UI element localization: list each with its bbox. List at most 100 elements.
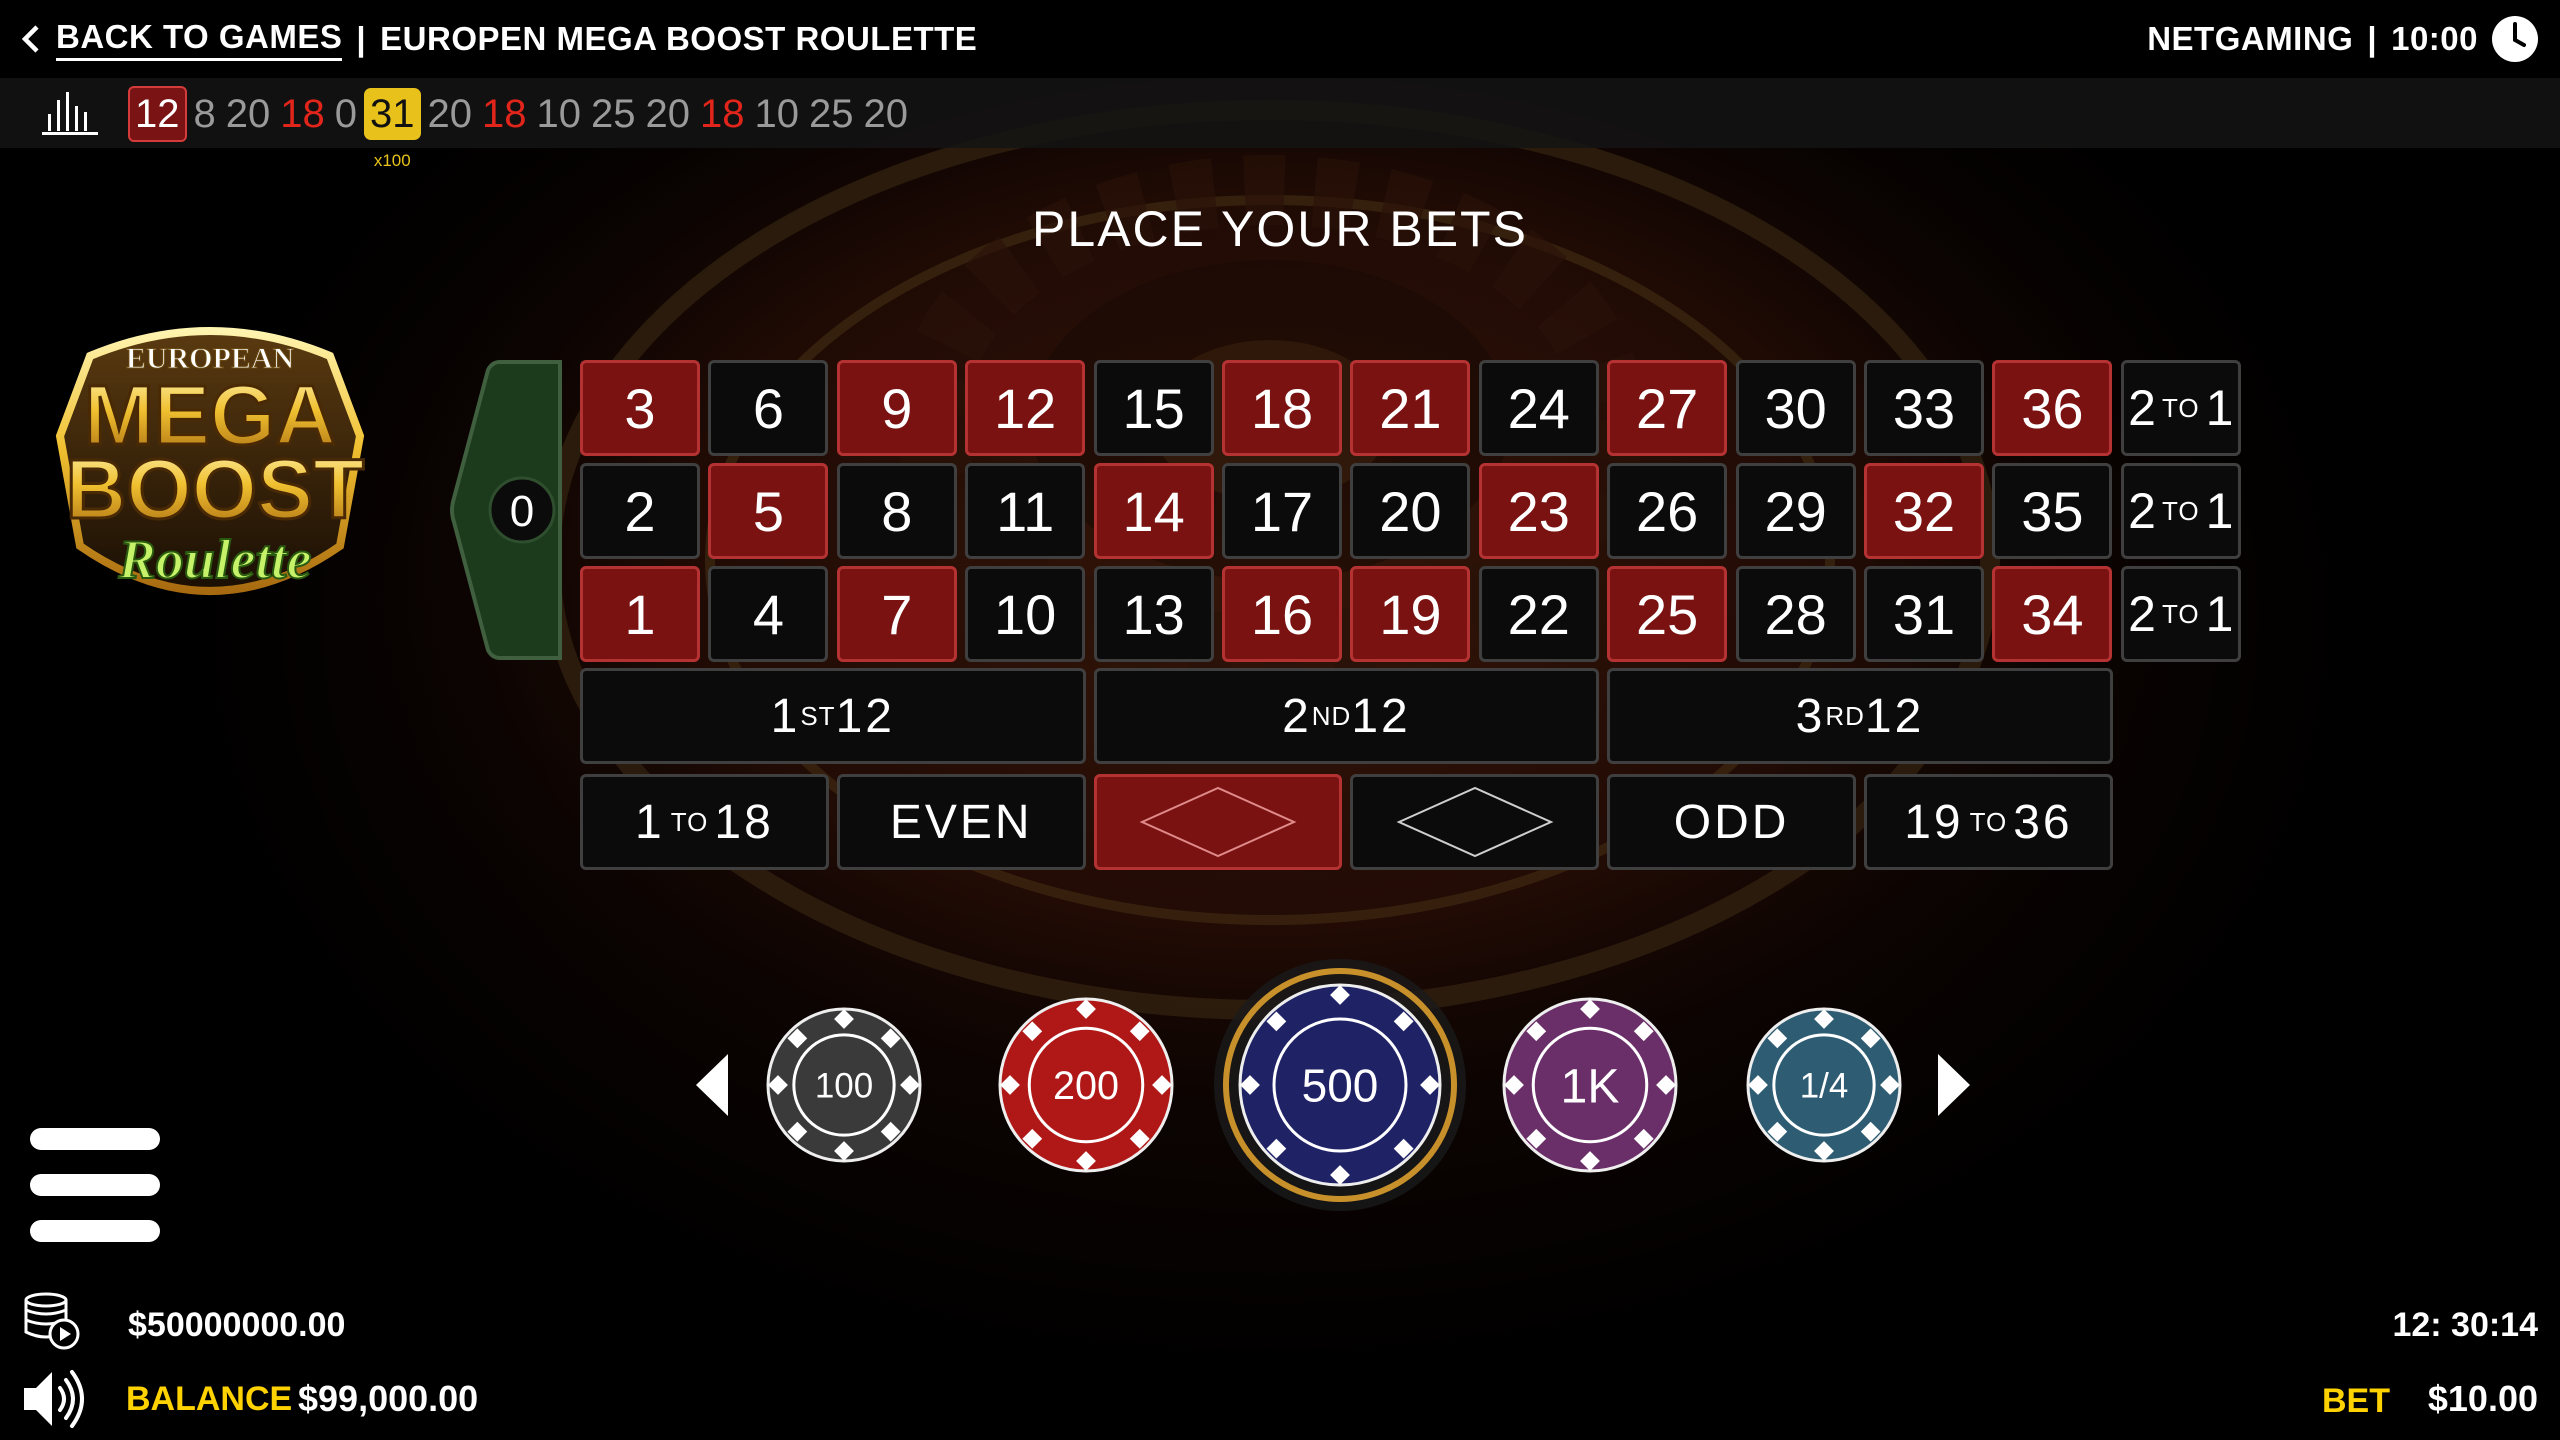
- hamburger-menu-icon[interactable]: [28, 1128, 162, 1242]
- bet-number-2[interactable]: 2: [580, 463, 700, 559]
- bet-number-20[interactable]: 20: [1350, 463, 1471, 559]
- history-number: 20: [645, 92, 691, 136]
- bet-number-29[interactable]: 29: [1735, 463, 1856, 559]
- history-number: 10: [536, 92, 582, 136]
- bet-odd[interactable]: ODD: [1607, 774, 1856, 870]
- history-number: 31 x100: [364, 88, 421, 170]
- bet-number-10[interactable]: 10: [965, 566, 1086, 662]
- bet-zero[interactable]: 0: [450, 358, 566, 662]
- time-separator: |: [2367, 20, 2378, 57]
- bet-number-15[interactable]: 15: [1093, 360, 1214, 456]
- history-number: 20: [225, 92, 271, 136]
- bet-number-4[interactable]: 4: [708, 566, 829, 662]
- bet-number-31[interactable]: 31: [1864, 566, 1984, 662]
- title-separator: |: [356, 20, 367, 57]
- svg-text:BOOST: BOOST: [66, 442, 365, 536]
- game-clock: 12: 30:14: [2392, 1306, 2538, 1344]
- chip-1-4[interactable]: 1/4: [1708, 969, 1940, 1201]
- bet-number-23[interactable]: 23: [1478, 463, 1599, 559]
- history-number: 25: [809, 92, 854, 136]
- bet-dozen-3[interactable]: 3 RD 12: [1607, 668, 2113, 764]
- bet-number-16[interactable]: 16: [1222, 566, 1342, 662]
- bet-number-33[interactable]: 33: [1864, 360, 1984, 456]
- bet-number-9[interactable]: 9: [836, 360, 957, 456]
- top-bar: BACK TO GAMES | EUROPEN MEGA BOOST ROULE…: [0, 0, 2560, 78]
- bet-number-30[interactable]: 30: [1735, 360, 1856, 456]
- bet-column-2to1[interactable]: 2 TO 1: [2120, 566, 2241, 662]
- svg-text:500: 500: [1302, 1060, 1379, 1112]
- chip-200[interactable]: 200: [960, 959, 1212, 1211]
- svg-text:1/4: 1/4: [1800, 1067, 1849, 1106]
- bet-black[interactable]: [1350, 774, 1600, 870]
- bet-number-8[interactable]: 8: [836, 463, 957, 559]
- bet-red[interactable]: [1093, 774, 1343, 870]
- bet-number-19[interactable]: 19: [1350, 566, 1471, 662]
- history-number: 8: [193, 92, 216, 136]
- mega-boost-roulette-logo: EUROPEAN MEGA BOOST Roulette: [55, 327, 366, 595]
- black-diamond-icon: [1396, 786, 1554, 858]
- chip-500-selected[interactable]: 500: [1200, 945, 1480, 1225]
- betting-table: 0 3 6 9 12 15 18 21 24 27 30 33 36 2 TO 1 2 5 8 11 14 17 20 23…: [444, 350, 2244, 880]
- coin-stack-icon[interactable]: [20, 1292, 82, 1350]
- history-number: 0: [334, 92, 357, 136]
- top-right-info: NETGAMING | 10:00: [2147, 0, 2540, 78]
- multiplier-tag: x100: [373, 151, 411, 170]
- bet-dozen-2[interactable]: 2 ND 12: [1093, 668, 1600, 764]
- total-amount: $50000000.00: [128, 1306, 346, 1344]
- bet-high-19-36[interactable]: 19 TO 36: [1864, 774, 2113, 870]
- red-diamond-icon: [1139, 786, 1297, 858]
- chips-prev-arrow[interactable]: [692, 1052, 732, 1118]
- chip-1K[interactable]: 1K: [1464, 959, 1716, 1211]
- bet-number-6[interactable]: 6: [708, 360, 829, 456]
- history-number: 10: [754, 92, 800, 136]
- svg-text:200: 200: [1053, 1064, 1119, 1108]
- bet-number-1[interactable]: 1: [580, 566, 700, 662]
- bet-label: BET: [2322, 1382, 2390, 1420]
- clock-icon[interactable]: [2490, 14, 2540, 64]
- svg-text:1K: 1K: [1561, 1059, 1620, 1113]
- bet-number-26[interactable]: 26: [1607, 463, 1728, 559]
- bet-number-34[interactable]: 34: [1992, 566, 2113, 662]
- bet-number-11[interactable]: 11: [965, 463, 1086, 559]
- bet-number-14[interactable]: 14: [1093, 463, 1214, 559]
- bet-low-1-18[interactable]: 1 TO 18: [580, 774, 829, 870]
- history-number: 18: [700, 92, 745, 136]
- bet-number-22[interactable]: 22: [1478, 566, 1599, 662]
- back-to-games-label: BACK TO GAMES: [56, 18, 343, 61]
- bet-number-28[interactable]: 28: [1735, 566, 1856, 662]
- session-time: 10:00: [2391, 20, 2478, 57]
- history-number: 18: [482, 92, 527, 136]
- bet-number-21[interactable]: 21: [1350, 360, 1471, 456]
- bet-even[interactable]: EVEN: [836, 774, 1086, 870]
- statistics-icon[interactable]: [40, 90, 100, 136]
- history-number: 20: [427, 92, 473, 136]
- svg-text:Roulette: Roulette: [118, 529, 312, 591]
- history-number: 25: [591, 92, 636, 136]
- bet-number-35[interactable]: 35: [1992, 463, 2113, 559]
- bet-number-3[interactable]: 3: [580, 360, 700, 456]
- svg-text:100: 100: [815, 1067, 873, 1106]
- bet-number-25[interactable]: 25: [1607, 566, 1728, 662]
- bet-number-18[interactable]: 18: [1222, 360, 1342, 456]
- bet-column-2to1[interactable]: 2 TO 1: [2120, 360, 2241, 456]
- bet-column-2to1[interactable]: 2 TO 1: [2120, 463, 2241, 559]
- back-to-games-link[interactable]: BACK TO GAMES: [20, 18, 343, 61]
- bet-number-17[interactable]: 17: [1222, 463, 1342, 559]
- bet-number-12[interactable]: 12: [965, 360, 1086, 456]
- bet-number-7[interactable]: 7: [836, 566, 957, 662]
- bet-number-5[interactable]: 5: [708, 463, 829, 559]
- bet-number-24[interactable]: 24: [1478, 360, 1599, 456]
- bet-number-27[interactable]: 27: [1607, 360, 1728, 456]
- balance-value: $99,000.00: [298, 1378, 479, 1419]
- results-history-bar: 12 8 20 18 0 31 x100 20 18 10 25 20 18 10 25 20: [0, 78, 2560, 170]
- chips-next-arrow[interactable]: [1934, 1052, 1974, 1118]
- game-title: EUROPEN MEGA BOOST ROULETTE: [380, 20, 978, 57]
- game-stage: BACK TO GAMES | EUROPEN MEGA BOOST ROULE…: [0, 0, 2560, 1440]
- bet-dozen-1[interactable]: 1 ST 12: [580, 668, 1086, 764]
- chip-100[interactable]: 100: [728, 969, 960, 1201]
- speaker-icon[interactable]: [20, 1366, 86, 1432]
- bet-number-13[interactable]: 13: [1093, 566, 1214, 662]
- bet-number-32[interactable]: 32: [1864, 463, 1984, 559]
- history-number: 12: [128, 86, 187, 142]
- bet-number-36[interactable]: 36: [1992, 360, 2113, 456]
